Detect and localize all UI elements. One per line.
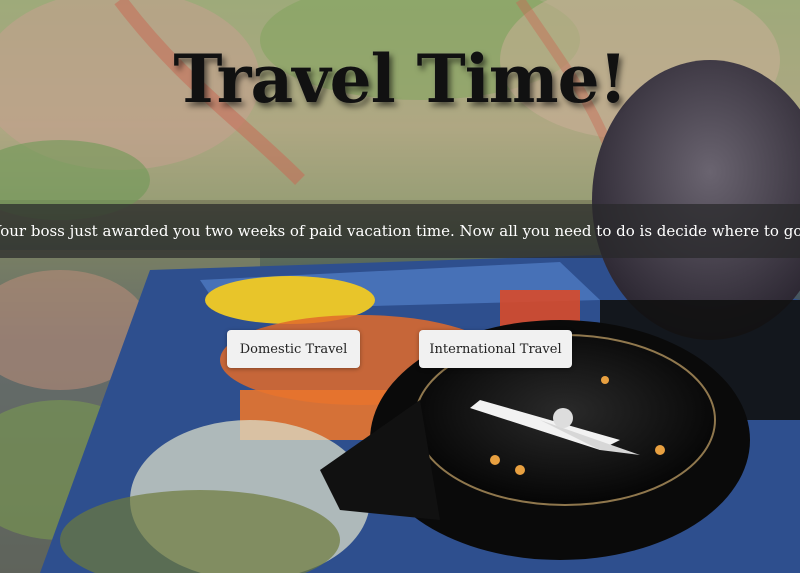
page-title: Travel Time! <box>173 40 627 118</box>
intro-banner: Your boss just awarded you two weeks of … <box>0 204 800 258</box>
domestic-travel-button[interactable]: Domestic Travel <box>227 330 360 368</box>
international-travel-button[interactable]: International Travel <box>419 330 572 368</box>
intro-message: Your boss just awarded you two weeks of … <box>0 222 800 240</box>
